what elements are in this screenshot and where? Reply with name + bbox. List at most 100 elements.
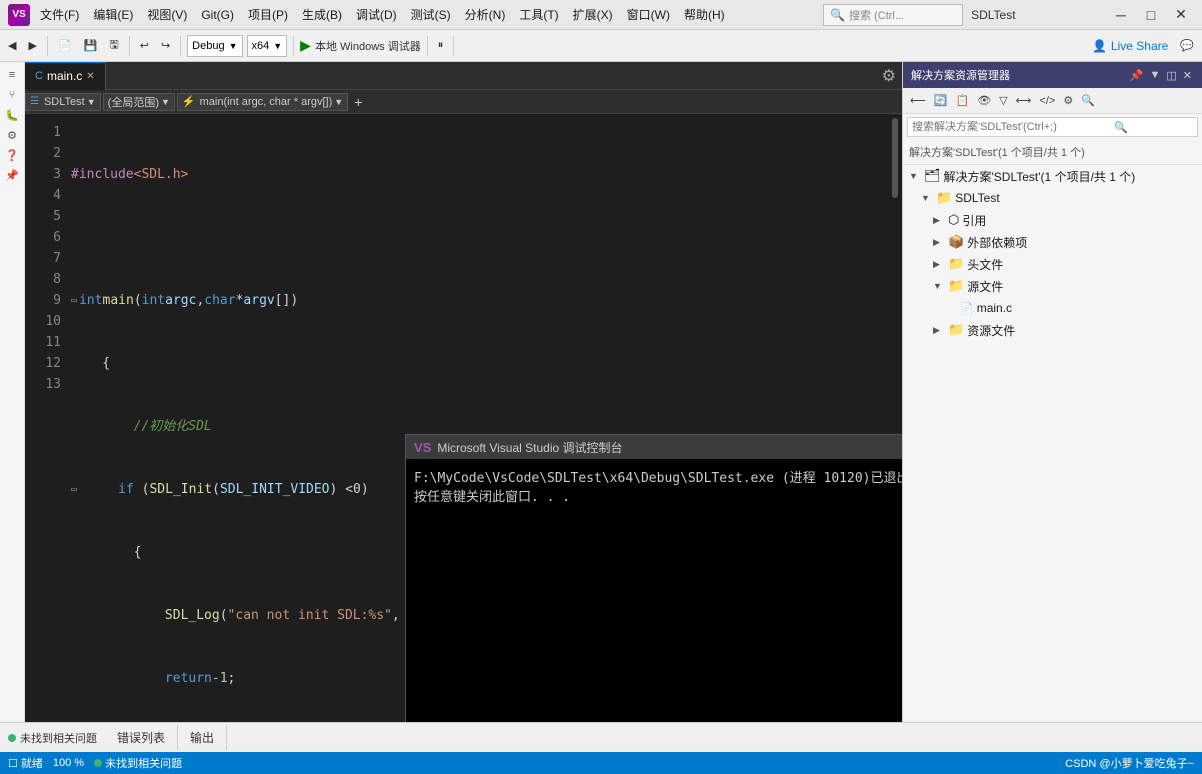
scope-project-dropdown[interactable]: ☰ SDLTest ▼	[25, 93, 101, 111]
code-line-2	[67, 227, 888, 248]
resources-label: 资源文件	[967, 322, 1015, 339]
solution-explorer-title: 解决方案资源管理器	[911, 67, 1010, 83]
se-switch-view-btn[interactable]: ⟷	[1013, 93, 1035, 108]
save-btn[interactable]: 💾	[80, 37, 102, 54]
debug-mode-dropdown[interactable]: Debug ▼	[187, 35, 242, 57]
sidebar-icon-debug[interactable]: 🐛	[2, 106, 22, 124]
se-search-btn[interactable]: 🔍	[1078, 93, 1098, 108]
se-show-all-btn[interactable]: 👁	[974, 93, 994, 108]
menu-project[interactable]: 项目(P)	[242, 4, 294, 25]
solution-icon: 🗂	[924, 168, 941, 184]
new-project-btn[interactable]: 📄	[54, 37, 76, 54]
vs-logo-icon: VS	[8, 4, 30, 26]
tree-source[interactable]: ▼ 📁 源文件	[903, 275, 1202, 297]
sidebar-icon-git[interactable]: ⑂	[2, 86, 22, 104]
search-icon: 🔍	[830, 8, 845, 22]
debug-console-body: F:\MyCode\VsCode\SDLTest\x64\Debug\SDLTe…	[406, 459, 902, 722]
title-bar-left: VS 文件(F) 编辑(E) 视图(V) Git(G) 项目(P) 生成(B) …	[8, 4, 731, 26]
menu-git[interactable]: Git(G)	[195, 6, 240, 24]
live-share-button[interactable]: 👤 Live Share	[1092, 39, 1168, 53]
debug-console-header: VS Microsoft Visual Studio 调试控制台	[406, 435, 902, 459]
panel-pin-btn[interactable]: 📌	[1128, 69, 1146, 82]
scope-function-dropdown[interactable]: ⚡ main(int argc, char * argv[]) ▼	[177, 93, 348, 111]
sidebar-icon-bookmark[interactable]: 📌	[2, 166, 22, 184]
tree-project[interactable]: ▼ 📁 SDLTest	[903, 187, 1202, 209]
fold-icon-3[interactable]: ▭	[71, 290, 77, 311]
menu-extensions[interactable]: 扩展(X)	[567, 4, 619, 25]
save-all-btn[interactable]: 🖫	[105, 34, 122, 57]
menu-edit[interactable]: 编辑(E)	[87, 4, 139, 25]
menu-debug[interactable]: 调试(D)	[350, 4, 403, 25]
se-search-box[interactable]: 🔍	[907, 117, 1198, 137]
toolbar-back-btn[interactable]: ◀	[4, 37, 20, 54]
status-right: CSDN @小萝卜爱吃兔子~	[1065, 755, 1194, 771]
sidebar-icon-help[interactable]: ❓	[2, 146, 22, 164]
tree-resources[interactable]: ▶ 📁 资源文件	[903, 319, 1202, 341]
feedback-btn[interactable]: 💬	[1176, 37, 1198, 54]
bottom-left-status: 未找到相关问题	[0, 730, 105, 746]
title-bar-center: 🔍 搜索 (Ctrl... SDLTest	[823, 4, 1015, 26]
scope-function-label: main(int argc, char * argv[])	[200, 96, 333, 108]
panel-header-buttons: 📌 ▼ ◫ ✕	[1128, 69, 1194, 82]
tree-headers[interactable]: ▶ 📁 头文件	[903, 253, 1202, 275]
menu-build[interactable]: 生成(B)	[296, 4, 348, 25]
tree-solution[interactable]: ▼ 🗂 解决方案'SDLTest'(1 个项目/共 1 个)	[903, 165, 1202, 187]
scope-global-label: (全局范围)	[108, 94, 159, 110]
minimize-button[interactable]: ─	[1108, 4, 1134, 26]
redo-btn[interactable]: ↪	[157, 37, 174, 54]
menu-analyze[interactable]: 分析(N)	[459, 4, 512, 25]
se-properties-btn[interactable]: 📋	[952, 93, 972, 108]
panel-dropdown-btn[interactable]: ▼	[1147, 69, 1162, 82]
sidebar-icon-explorer[interactable]: ≡	[2, 66, 22, 84]
solution-label: 解决方案'SDLTest'(1 个项目/共 1 个)	[903, 140, 1202, 165]
output-tab[interactable]: 输出	[178, 725, 227, 750]
status-problems: 未找到相关问题	[94, 755, 182, 771]
se-filter-btn[interactable]: ▽	[996, 93, 1010, 108]
project-label: SDLTest	[955, 191, 999, 205]
status-state: 就绪	[21, 755, 43, 771]
tab-settings-icon[interactable]: ⚙	[876, 66, 902, 86]
run-debugger-btn[interactable]: ▶ 本地 Windows 调试器	[300, 37, 421, 54]
separator-6	[453, 36, 454, 56]
panel-close-btn[interactable]: ✕	[1181, 69, 1194, 82]
menu-help[interactable]: 帮助(H)	[678, 4, 731, 25]
tab-close-icon[interactable]: ✕	[86, 71, 94, 82]
se-code-btn[interactable]: </>	[1036, 94, 1058, 108]
checkbox-icon: ☐	[8, 757, 18, 770]
menu-view[interactable]: 视图(V)	[141, 4, 193, 25]
menu-window[interactable]: 窗口(W)	[621, 4, 676, 25]
se-refresh-btn[interactable]: 🔄	[931, 93, 951, 108]
code-editor[interactable]: 1 2 3 4 5 6 7 8 9 10 11 12 13 #include<S…	[25, 114, 902, 722]
separator-5	[427, 36, 428, 56]
platform-dropdown[interactable]: x64 ▼	[247, 35, 288, 57]
tree-project-arrow: ▼	[921, 193, 933, 203]
se-search-input[interactable]	[912, 121, 1112, 133]
fold-icon-6[interactable]: ▭	[71, 479, 77, 500]
sidebar-icon-settings[interactable]: ⚙	[2, 126, 22, 144]
menu-tools[interactable]: 工具(T)	[513, 4, 564, 25]
panel-float-btn[interactable]: ◫	[1164, 69, 1178, 82]
window-title: SDLTest	[971, 8, 1015, 22]
headers-icon: 📁	[948, 256, 964, 272]
scope-add-btn[interactable]: +	[350, 94, 366, 110]
close-button[interactable]: ✕	[1168, 4, 1194, 26]
se-gear-btn[interactable]: ⚙	[1060, 93, 1076, 108]
toolbar-forward-btn[interactable]: ▶	[24, 37, 40, 54]
menu-file[interactable]: 文件(F)	[34, 4, 85, 25]
separator-4	[293, 36, 294, 56]
se-back-btn[interactable]: ⟵	[907, 93, 929, 108]
tree-main-c[interactable]: ▶ 📄 main.c	[903, 297, 1202, 319]
scroll-thumb[interactable]	[892, 118, 898, 198]
errors-tab[interactable]: 错误列表	[105, 725, 178, 750]
tree-ext-deps[interactable]: ▶ 📦 外部依赖项	[903, 231, 1202, 253]
undo-btn[interactable]: ↩	[136, 37, 153, 54]
main-c-tab[interactable]: C main.c ✕	[25, 62, 106, 90]
menu-test[interactable]: 测试(S)	[405, 4, 457, 25]
tree-references[interactable]: ▶ ⬡ 引用	[903, 209, 1202, 231]
search-box[interactable]: 🔍 搜索 (Ctrl...	[823, 4, 963, 26]
maximize-button[interactable]: □	[1138, 4, 1164, 26]
tab-filename: main.c	[47, 69, 82, 83]
scope-global-dropdown[interactable]: (全局范围) ▼	[103, 93, 175, 111]
scope-function-arrow: ▼	[334, 97, 343, 107]
pause-btn[interactable]: ⏸	[434, 37, 448, 54]
